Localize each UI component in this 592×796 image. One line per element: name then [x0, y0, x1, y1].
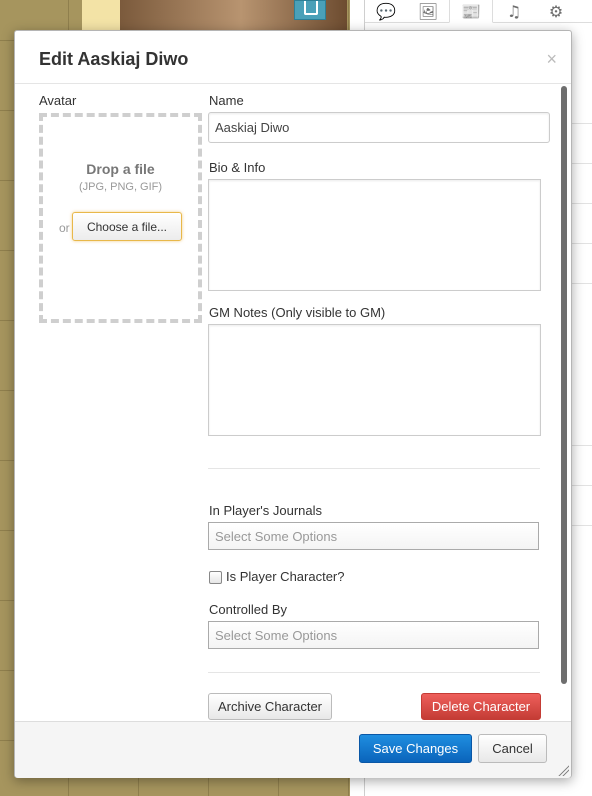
- chat-icon[interactable]: 💬: [365, 0, 407, 22]
- image-icon[interactable]: 🖼: [407, 0, 449, 22]
- journals-label: In Player's Journals: [209, 503, 323, 518]
- avatar-label: Avatar: [39, 93, 77, 108]
- controlled-by-select[interactable]: Select Some Options: [208, 621, 539, 649]
- close-icon[interactable]: ×: [546, 50, 557, 68]
- edit-character-dialog: Edit Aaskiaj Diwo × Avatar Drop a file (…: [14, 30, 572, 778]
- or-text: or: [59, 221, 70, 235]
- sidebar-list-item[interactable]: [570, 445, 592, 486]
- divider: [208, 468, 540, 469]
- drop-file-types: (JPG, PNG, GIF): [78, 181, 163, 193]
- sidebar-list-item[interactable]: [570, 405, 592, 446]
- sidebar-list-item[interactable]: [570, 163, 592, 204]
- music-icon[interactable]: ♫: [493, 0, 535, 22]
- sidebar-list-item[interactable]: [570, 485, 592, 526]
- sidebar-list-item[interactable]: [570, 203, 592, 244]
- choose-file-button[interactable]: Choose a file...: [72, 212, 182, 241]
- player-character-checkbox[interactable]: [209, 571, 222, 584]
- dialog-body: Avatar Drop a file (JPG, PNG, GIF) or Ch…: [15, 84, 571, 721]
- bio-textarea[interactable]: [208, 179, 541, 291]
- cancel-button[interactable]: Cancel: [478, 734, 547, 763]
- bio-label: Bio & Info: [209, 160, 266, 175]
- name-label: Name: [209, 93, 244, 108]
- sidebar-list-item[interactable]: [570, 123, 592, 164]
- dialog-footer: Save Changes Cancel: [15, 721, 571, 778]
- sidebar-list-item[interactable]: [570, 83, 592, 124]
- delete-character-button[interactable]: Delete Character: [421, 693, 541, 720]
- sidebar-tabs: 💬 🖼 📰 ♫ ⚙: [365, 0, 592, 23]
- save-changes-button[interactable]: Save Changes: [359, 734, 472, 763]
- name-input[interactable]: Aaskiaj Diwo: [208, 112, 550, 143]
- divider: [208, 672, 540, 673]
- resize-grip-icon[interactable]: [557, 764, 569, 776]
- gm-notes-label: GM Notes (Only visible to GM): [209, 305, 386, 320]
- avatar-dropzone[interactable]: Drop a file (JPG, PNG, GIF) or Choose a …: [39, 113, 202, 323]
- dialog-header[interactable]: Edit Aaskiaj Diwo ×: [15, 31, 571, 84]
- player-character-label[interactable]: Is Player Character?: [226, 569, 345, 584]
- drop-title: Drop a file: [86, 161, 155, 177]
- gear-icon[interactable]: ⚙: [535, 0, 577, 22]
- journal-icon[interactable]: 📰: [449, 0, 493, 23]
- gm-notes-textarea[interactable]: [208, 324, 541, 436]
- archive-character-button[interactable]: Archive Character: [208, 693, 332, 720]
- controlled-by-label: Controlled By: [209, 602, 288, 617]
- dialog-title: Edit Aaskiaj Diwo: [39, 49, 189, 69]
- token-handle-icon[interactable]: [294, 0, 326, 20]
- journals-select[interactable]: Select Some Options: [208, 522, 539, 550]
- sidebar-list-item[interactable]: [570, 243, 592, 284]
- scrollbar-thumb[interactable]: [561, 86, 567, 684]
